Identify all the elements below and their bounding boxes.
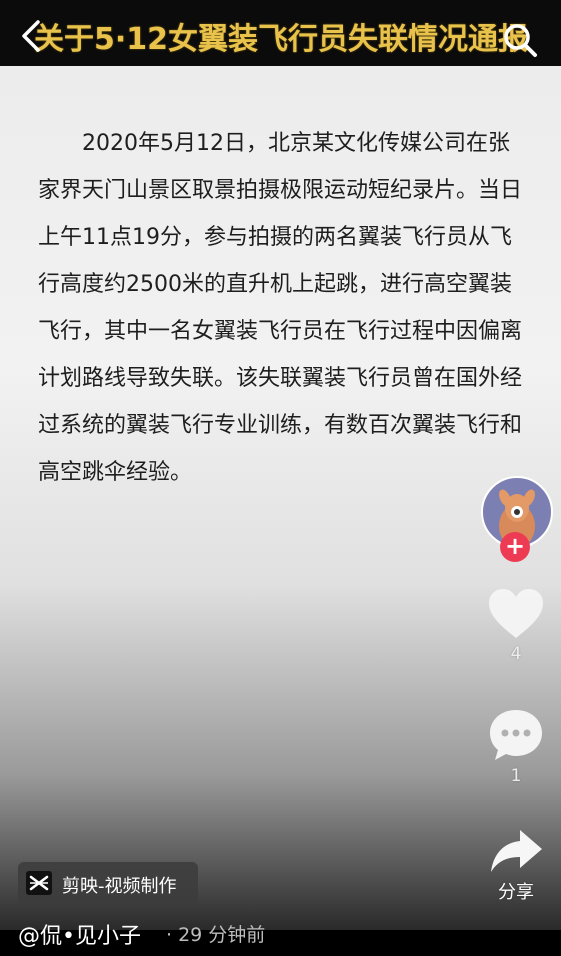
share-icon	[491, 830, 542, 872]
like-count: 4	[510, 644, 522, 664]
comment-count: 1	[510, 766, 522, 786]
share-button[interactable]: 分享	[486, 828, 546, 904]
announcement-paragraph: 2020年5月12日，北京某文化传媒公司在张家界天门山景区取景拍摄极限运动短纪录…	[38, 131, 523, 485]
announcement-text: 2020年5月12日，北京某文化传媒公司在张家界天门山景区取景拍摄极限运动短纪录…	[38, 120, 528, 496]
heart-icon	[489, 589, 543, 638]
video-title: 关于5·12女翼装飞行员失联情况通报	[34, 22, 529, 54]
comment-icon	[490, 710, 542, 760]
top-bar: 关于5·12女翼装飞行员失联情况通报	[0, 0, 561, 66]
capcut-badge[interactable]: 剪映-视频制作	[18, 862, 198, 904]
like-button[interactable]: 4	[486, 588, 546, 664]
back-icon[interactable]	[14, 18, 50, 54]
author-avatar-button[interactable]: +	[481, 476, 553, 562]
post-time: · 29 分钟前	[166, 924, 266, 946]
capcut-label: 剪映-视频制作	[62, 876, 177, 897]
share-label: 分享	[498, 882, 534, 903]
search-icon[interactable]	[500, 20, 540, 60]
capcut-logo-icon	[26, 871, 52, 895]
follow-button[interactable]: +	[500, 532, 530, 562]
author-name[interactable]: @侃•见小子	[18, 918, 141, 950]
comment-button[interactable]: 1	[486, 708, 546, 786]
